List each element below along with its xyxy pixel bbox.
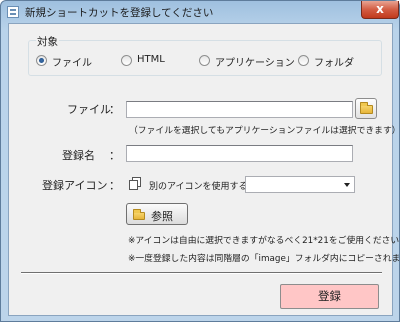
divider <box>21 272 382 274</box>
alt-icon-select[interactable] <box>245 176 355 193</box>
close-icon: x <box>376 2 384 16</box>
icon-label: 登録アイコン <box>42 179 108 192</box>
target-group-label: 対象 <box>36 34 59 49</box>
icon-colon: ： <box>109 179 120 192</box>
name-label: 登録名 <box>62 149 95 162</box>
radio-html-label: HTML <box>137 54 165 65</box>
radio-file-label: ファイル <box>52 58 92 69</box>
radio-folder-label: フォルダ <box>314 58 354 69</box>
dialog-body: 対象 ファイル HTML アプリケーション フォルダ ファイル ： （ファイルを… <box>8 23 400 316</box>
copy-icon <box>129 177 141 191</box>
register-button-label: 登録 <box>318 289 341 303</box>
radio-file-indicator[interactable] <box>36 55 47 66</box>
name-colon: ： <box>109 149 120 162</box>
window-title: 新規ショートカットを登録してください <box>25 7 214 19</box>
alt-icon-label: 別のアイコンを使用する： <box>149 182 257 192</box>
icon-note-size: ※アイコンは自由に選択できますがなるべく21*21をご使用ください <box>128 236 400 246</box>
dialog-window: 新規ショートカットを登録してください x 対象 ファイル HTML アプリケーシ… <box>0 0 400 322</box>
folder-icon <box>133 209 145 220</box>
radio-application-label: アプリケーション <box>215 58 295 69</box>
chevron-down-icon[interactable] <box>344 183 350 187</box>
icon-browse-label: 参照 <box>151 210 173 223</box>
radio-folder-indicator[interactable] <box>298 55 309 66</box>
icon-browse-button[interactable]: 参照 <box>126 203 188 225</box>
app-icon <box>7 6 19 18</box>
file-colon: ： <box>109 103 120 116</box>
radio-application-indicator[interactable] <box>199 55 210 66</box>
file-path-input[interactable] <box>126 101 353 118</box>
radio-html-indicator[interactable] <box>121 55 132 66</box>
file-label: ファイル <box>67 103 111 116</box>
file-browse-button[interactable] <box>355 98 377 119</box>
close-button[interactable]: x <box>361 1 399 19</box>
title-bar[interactable]: 新規ショートカットを登録してください x <box>1 1 399 23</box>
folder-open-icon <box>360 102 373 114</box>
file-hint: （ファイルを選択してもアプリケーションファイルは選択できます） <box>129 126 400 136</box>
icon-note-copy: ※一度登録した内容は同階層の「image」フォルダ内にコピーされます <box>128 254 400 264</box>
register-button[interactable]: 登録 <box>280 284 379 309</box>
register-name-input[interactable] <box>126 145 353 162</box>
